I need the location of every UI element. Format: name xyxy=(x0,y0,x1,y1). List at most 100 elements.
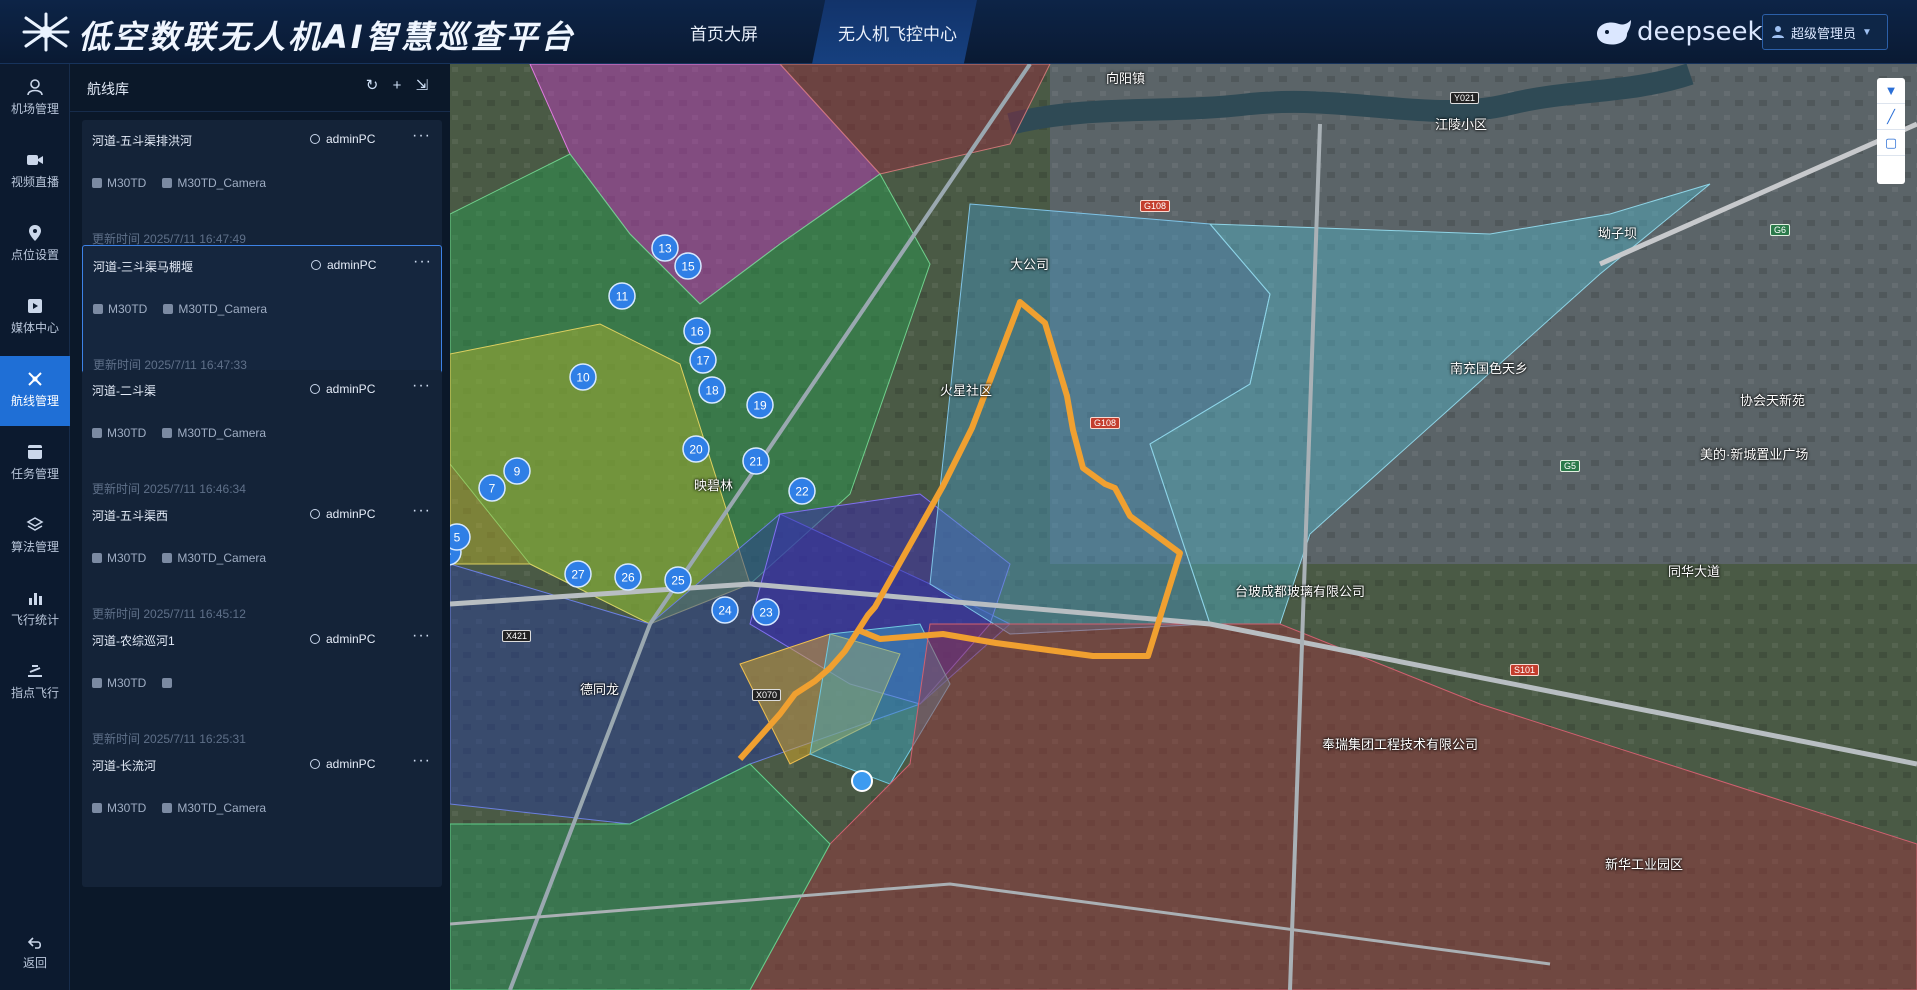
video-icon xyxy=(27,155,43,165)
route-device: M30TD M30TD_Camera xyxy=(92,551,266,565)
satellite-map: 123457910111315161718192021222324252627 xyxy=(450,64,1917,990)
rail-item-point-settings[interactable]: 点位设置 xyxy=(0,210,70,280)
rail-item-algorithm-management[interactable]: 算法管理 xyxy=(0,502,70,572)
more-options-icon[interactable]: ··· xyxy=(412,502,431,520)
map-label: 奉瑞集团工程技术有限公司 xyxy=(1322,737,1479,752)
waypoint-label: 23 xyxy=(759,606,773,620)
route-owner: adminPC xyxy=(310,757,375,771)
waypoint-marker[interactable]: 15 xyxy=(674,252,702,280)
user-icon xyxy=(310,509,320,519)
waypoint-marker[interactable]: 26 xyxy=(614,563,642,591)
waypoint-marker[interactable]: 21 xyxy=(742,447,770,475)
camera-icon xyxy=(162,678,173,688)
app-title: 低空数联无人机AI智慧巡查平台 xyxy=(78,18,576,56)
rail-item-route-management[interactable]: 航线管理 xyxy=(0,356,70,426)
line-tool-icon[interactable]: ╱ xyxy=(1877,104,1905,130)
drone-icon xyxy=(92,803,102,813)
waypoint-marker[interactable]: 13 xyxy=(651,234,679,262)
waypoint-marker[interactable]: 7 xyxy=(478,474,506,502)
waypoint-marker[interactable]: 23 xyxy=(752,598,780,626)
route-card[interactable]: 河道-五斗渠排洪河 adminPC ··· M30TD M30TD_Camera 更新时间… xyxy=(82,120,442,262)
waypoint-label: 9 xyxy=(514,465,521,479)
drone-icon xyxy=(92,178,102,188)
rail-item-point-flight[interactable]: 指点飞行 xyxy=(0,648,70,718)
pin-tool-icon[interactable]: ▼ xyxy=(1877,78,1905,104)
user-icon xyxy=(310,384,320,394)
nav-home-screen[interactable]: 首页大屏 xyxy=(690,0,758,64)
waypoint-marker[interactable]: 9 xyxy=(503,457,531,485)
route-card[interactable]: 河道-三斗渠马棚堰 adminPC ··· M30TD M30TD_Camera 更新时间… xyxy=(82,245,442,387)
map-label: 南充国色天乡 xyxy=(1450,361,1529,376)
user-icon xyxy=(310,134,320,144)
chevron-down-icon: ▼ xyxy=(1862,26,1872,38)
camera-icon xyxy=(162,553,173,563)
waypoint-label: 7 xyxy=(489,482,496,496)
waypoint-marker[interactable]: 25 xyxy=(664,566,692,594)
back-button[interactable]: 返回 xyxy=(0,930,70,990)
rail-item-video-live[interactable]: 视频直播 xyxy=(0,137,70,207)
more-options-icon[interactable]: ··· xyxy=(412,627,431,645)
route-name: 河道-五斗渠排洪河 xyxy=(92,134,192,148)
back-arrow-icon xyxy=(27,937,42,949)
route-card[interactable]: 河道-五斗渠西 adminPC ··· M30TD M30TD_Camera 更新时间 2… xyxy=(82,495,442,637)
import-icon[interactable]: ⇲ xyxy=(414,78,430,94)
map-label: 坳子坝 xyxy=(1598,226,1638,241)
rail-item-airport[interactable]: 机场管理 xyxy=(0,64,70,134)
layers-icon xyxy=(26,517,44,531)
waypoint-marker[interactable]: 17 xyxy=(689,346,717,374)
map-label: 火星社区 xyxy=(940,383,993,398)
more-options-icon[interactable]: ··· xyxy=(412,752,431,770)
user-name: 超级管理员 xyxy=(1791,25,1857,41)
waypoint-label: 20 xyxy=(689,443,703,457)
waypoint-label: 22 xyxy=(795,485,809,499)
waypoint-label: 11 xyxy=(616,290,629,304)
panel-title: 航线库 xyxy=(87,81,129,97)
add-icon[interactable]: + xyxy=(389,78,405,94)
road-shield: G108 xyxy=(1090,417,1121,429)
rail-item-media-center[interactable]: 媒体中心 xyxy=(0,283,70,353)
waypoint-label: 15 xyxy=(681,260,695,274)
more-options-icon[interactable]: ··· xyxy=(412,377,431,395)
more-options-icon[interactable]: ··· xyxy=(413,253,432,271)
waypoint-marker[interactable]: 19 xyxy=(746,391,774,419)
waypoint-marker[interactable]: 10 xyxy=(569,363,597,391)
route-card[interactable]: 河道-农综巡河1 adminPC ··· M30TD 更新时间 2025/7/11 16… xyxy=(82,620,442,762)
waypoint-label: 10 xyxy=(576,371,590,385)
route-owner: adminPC xyxy=(311,258,376,272)
location-pin-icon xyxy=(29,225,41,241)
waypoint-marker[interactable]: 18 xyxy=(698,376,726,404)
map-view[interactable]: 123457910111315161718192021222324252627 … xyxy=(450,64,1917,990)
drone-logo-icon xyxy=(22,12,70,52)
drone-icon xyxy=(93,304,103,314)
waypoint-marker[interactable]: 5 xyxy=(450,523,471,551)
waypoint-label: 17 xyxy=(696,354,710,368)
brand-name: deepseek xyxy=(1637,17,1763,47)
user-menu[interactable]: 超级管理员 ▼ xyxy=(1762,14,1888,50)
rail-item-task-management[interactable]: 任务管理 xyxy=(0,429,70,499)
rail-item-flight-statistics[interactable]: 飞行统计 xyxy=(0,575,70,645)
route-name: 河道-五斗渠西 xyxy=(92,509,168,523)
waypoint-marker[interactable]: 16 xyxy=(683,317,711,345)
waypoint-marker[interactable]: 27 xyxy=(564,560,592,588)
waypoint-marker[interactable]: 20 xyxy=(682,435,710,463)
whale-icon xyxy=(1597,20,1631,45)
waypoint-marker[interactable]: 24 xyxy=(711,596,739,624)
route-list: 河道-五斗渠排洪河 adminPC ··· M30TD M30TD_Camera 更新时间… xyxy=(70,112,450,990)
refresh-icon[interactable]: ↻ xyxy=(364,78,380,94)
waypoint-marker[interactable]: 22 xyxy=(788,477,816,505)
route-device: M30TD M30TD_Camera xyxy=(92,801,266,815)
rect-tool-icon[interactable]: ▢ xyxy=(1877,130,1905,156)
waypoint-marker[interactable]: 11 xyxy=(608,282,636,310)
route-name: 河道-长流河 xyxy=(92,759,156,773)
camera-icon xyxy=(162,803,173,813)
route-card[interactable]: 河道-长流河 adminPC ··· M30TD M30TD_Camera xyxy=(82,745,442,887)
waypoint-label: 16 xyxy=(690,325,704,339)
task-icon xyxy=(28,445,42,459)
nav-flight-control[interactable]: 无人机飞控中心 xyxy=(812,0,977,64)
dock-marker-icon xyxy=(851,770,873,792)
route-owner: adminPC xyxy=(310,507,375,521)
route-name: 河道-三斗渠马棚堰 xyxy=(93,260,193,274)
route-card[interactable]: 河道-二斗渠 adminPC ··· M30TD M30TD_Camera 更新时间 20… xyxy=(82,370,442,512)
more-options-icon[interactable]: ··· xyxy=(412,127,431,145)
waypoint-label: 21 xyxy=(749,455,763,469)
